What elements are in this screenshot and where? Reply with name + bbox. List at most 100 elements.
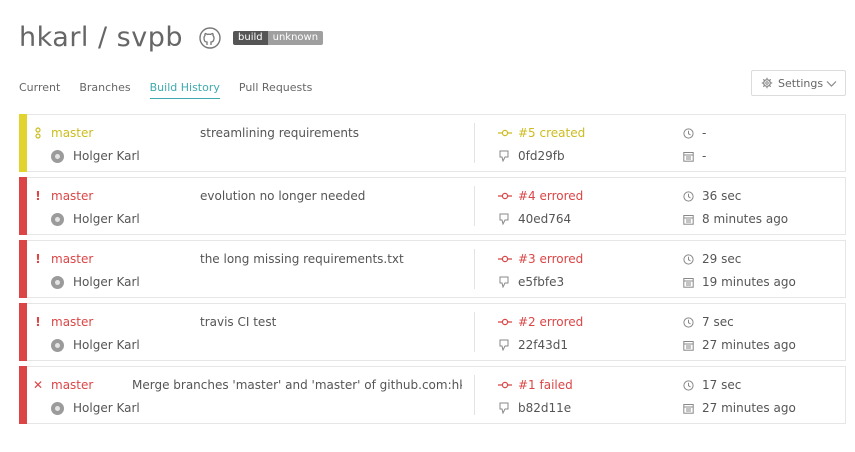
branch-name[interactable]: master: [51, 315, 93, 329]
branch-name[interactable]: master: [51, 126, 93, 140]
build-state[interactable]: #3 errored: [498, 252, 583, 266]
tab-build-history[interactable]: Build History: [149, 81, 220, 99]
build-state-label: #1 failed: [518, 378, 573, 392]
status-bar: [19, 366, 27, 424]
author-name: Holger Karl: [73, 401, 140, 415]
settings-label: Settings: [778, 76, 824, 90]
commit-message: streamlining requirements: [200, 126, 359, 140]
commit-message: Merge branches 'master' and 'master' of …: [132, 378, 462, 392]
build-finished: 8 minutes ago: [683, 212, 788, 226]
commit-sha: 22f43d1: [518, 338, 569, 352]
author-name: Holger Karl: [73, 149, 140, 163]
status-bar: [19, 240, 27, 298]
created-status-icon: [33, 126, 43, 140]
branch-name[interactable]: master: [51, 189, 93, 203]
duration-value: 17 sec: [702, 378, 742, 392]
gear-icon: [761, 77, 773, 89]
clock-icon: [683, 190, 694, 202]
build-state-label: #3 errored: [518, 252, 584, 266]
commit-author: Holger Karl: [51, 275, 140, 289]
duration-value: 7 sec: [702, 315, 734, 329]
divider: [474, 186, 475, 226]
repo-title: hkarl / svpb: [19, 22, 184, 53]
tab-branches[interactable]: Branches: [79, 81, 130, 99]
build-row[interactable]: master Holger Karl streamlining requirem…: [19, 114, 846, 172]
calendar-icon: [683, 151, 694, 162]
build-duration: 29 sec: [683, 252, 741, 266]
build-state[interactable]: #4 errored: [498, 189, 583, 203]
tab-pull-requests[interactable]: Pull Requests: [239, 81, 312, 99]
build-row[interactable]: ✕ master Holger Karl Merge branches 'mas…: [19, 366, 846, 424]
commit-icon: [498, 276, 510, 288]
divider: [474, 312, 475, 352]
branch-name[interactable]: master: [51, 252, 93, 266]
calendar-icon: [683, 277, 694, 288]
finished-value: 8 minutes ago: [702, 212, 789, 226]
avatar: [51, 401, 64, 415]
avatar: [51, 275, 64, 289]
status-bar: [19, 177, 27, 235]
badge-label: build: [233, 30, 268, 45]
build-row[interactable]: ! master Holger Karl the long missing re…: [19, 240, 846, 298]
build-list: master Holger Karl streamlining requirem…: [19, 114, 846, 429]
build-state-label: #4 errored: [518, 189, 584, 203]
commit-sha: b82d11e: [518, 401, 572, 415]
build-duration: -: [683, 126, 706, 140]
branch-name[interactable]: master: [51, 378, 93, 392]
author-name: Holger Karl: [73, 275, 140, 289]
finished-value: 27 minutes ago: [702, 338, 796, 352]
build-icon: [498, 129, 512, 137]
clock-icon: [683, 379, 694, 391]
github-icon[interactable]: [199, 26, 221, 49]
build-row[interactable]: ! master Holger Karl travis CI test #2 e…: [19, 303, 846, 361]
commit-icon: [498, 150, 510, 162]
commit-sha: 0fd29fb: [518, 149, 565, 163]
errored-status-icon: !: [35, 189, 41, 203]
build-row[interactable]: ! master Holger Karl evolution no longer…: [19, 177, 846, 235]
duration-value: 29 sec: [702, 252, 742, 266]
author-name: Holger Karl: [73, 212, 140, 226]
commit-link[interactable]: 40ed764: [498, 212, 571, 226]
finished-value: 27 minutes ago: [702, 401, 796, 415]
duration-value: -: [702, 126, 707, 140]
build-icon: [498, 255, 512, 263]
commit-icon: [498, 339, 510, 351]
commit-message: the long missing requirements.txt: [200, 252, 404, 266]
commit-sha: e5fbfe3: [518, 275, 565, 289]
clock-icon: [683, 316, 694, 328]
errored-status-icon: !: [35, 315, 41, 329]
build-state-label: #5 created: [518, 126, 586, 140]
build-state[interactable]: #5 created: [498, 126, 585, 140]
build-icon: [498, 192, 512, 200]
avatar: [51, 149, 64, 163]
chevron-down-icon: [826, 78, 837, 89]
status-bar: [19, 114, 27, 172]
commit-link[interactable]: e5fbfe3: [498, 275, 564, 289]
finished-value: 19 minutes ago: [702, 275, 796, 289]
badge-value: unknown: [267, 30, 324, 45]
avatar: [51, 212, 64, 226]
build-state[interactable]: #1 failed: [498, 378, 573, 392]
commit-link[interactable]: 0fd29fb: [498, 149, 565, 163]
build-state[interactable]: #2 errored: [498, 315, 583, 329]
commit-author: Holger Karl: [51, 401, 140, 415]
build-duration: 36 sec: [683, 189, 741, 203]
commit-link[interactable]: b82d11e: [498, 401, 571, 415]
repo-header: hkarl / svpb build unknown: [19, 22, 324, 53]
divider: [474, 123, 475, 163]
commit-link[interactable]: 22f43d1: [498, 338, 568, 352]
commit-icon: [498, 213, 510, 225]
duration-value: 36 sec: [702, 189, 742, 203]
tab-current[interactable]: Current: [19, 81, 60, 99]
settings-dropdown[interactable]: Settings: [751, 70, 846, 96]
calendar-icon: [683, 403, 694, 414]
build-finished: 27 minutes ago: [683, 401, 796, 415]
build-status-badge[interactable]: build unknown: [233, 30, 324, 45]
commit-icon: [498, 402, 510, 414]
clock-icon: [683, 127, 694, 139]
author-name: Holger Karl: [73, 338, 140, 352]
calendar-icon: [683, 340, 694, 351]
commit-author: Holger Karl: [51, 338, 140, 352]
repo-tabs: Current Branches Build History Pull Requ…: [19, 81, 331, 99]
build-finished: 19 minutes ago: [683, 275, 796, 289]
